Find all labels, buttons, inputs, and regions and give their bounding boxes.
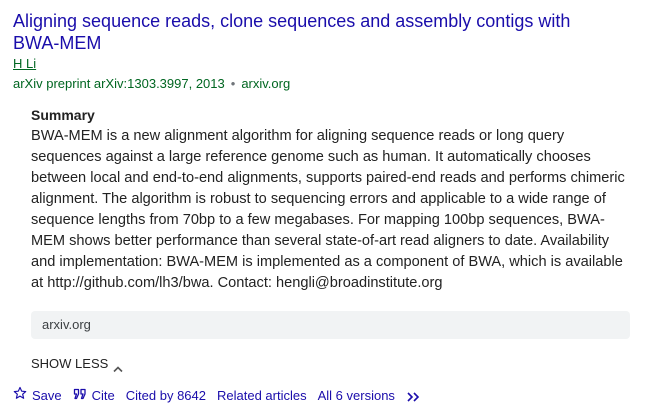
author-link[interactable]: H Li [13,56,36,72]
domain-text: arxiv.org [241,76,291,91]
double-chevron-right-icon[interactable] [406,390,422,402]
save-button[interactable]: Save [13,386,62,405]
all-versions-link[interactable]: All 6 versions [318,387,395,405]
related-articles-link[interactable]: Related articles [217,387,307,405]
meta-separator: • [230,76,236,91]
source-box-label: arxiv.org [42,317,91,332]
quote-icon [73,387,87,405]
show-less-label: SHOW LESS [31,356,109,371]
cite-button[interactable]: Cite [73,387,115,405]
venue-text: arXiv preprint arXiv:1303.3997, 2013 [13,76,225,91]
show-less-button[interactable]: SHOW LESS [31,355,123,373]
cited-by-link[interactable]: Cited by 8642 [126,387,206,405]
summary-body: BWA-MEM is a new alignment algorithm for… [31,128,625,291]
result-meta: arXiv preprint arXiv:1303.3997, 2013 • arx… [13,75,633,93]
result-title-link[interactable]: Aligning sequence reads, clone sequences… [13,10,613,54]
search-result: Aligning sequence reads, clone sequences… [13,10,633,93]
summary-heading: Summary [31,107,95,123]
save-label: Save [32,387,62,403]
source-box[interactable]: arxiv.org [31,311,630,339]
cite-label: Cite [91,387,115,403]
chevron-up-icon [113,360,123,373]
summary-section: Summary BWA-MEM is a new alignment algor… [31,106,631,294]
star-icon [13,386,27,405]
action-bar: Save Cite Cited by 8642 Related articles… [13,386,422,405]
